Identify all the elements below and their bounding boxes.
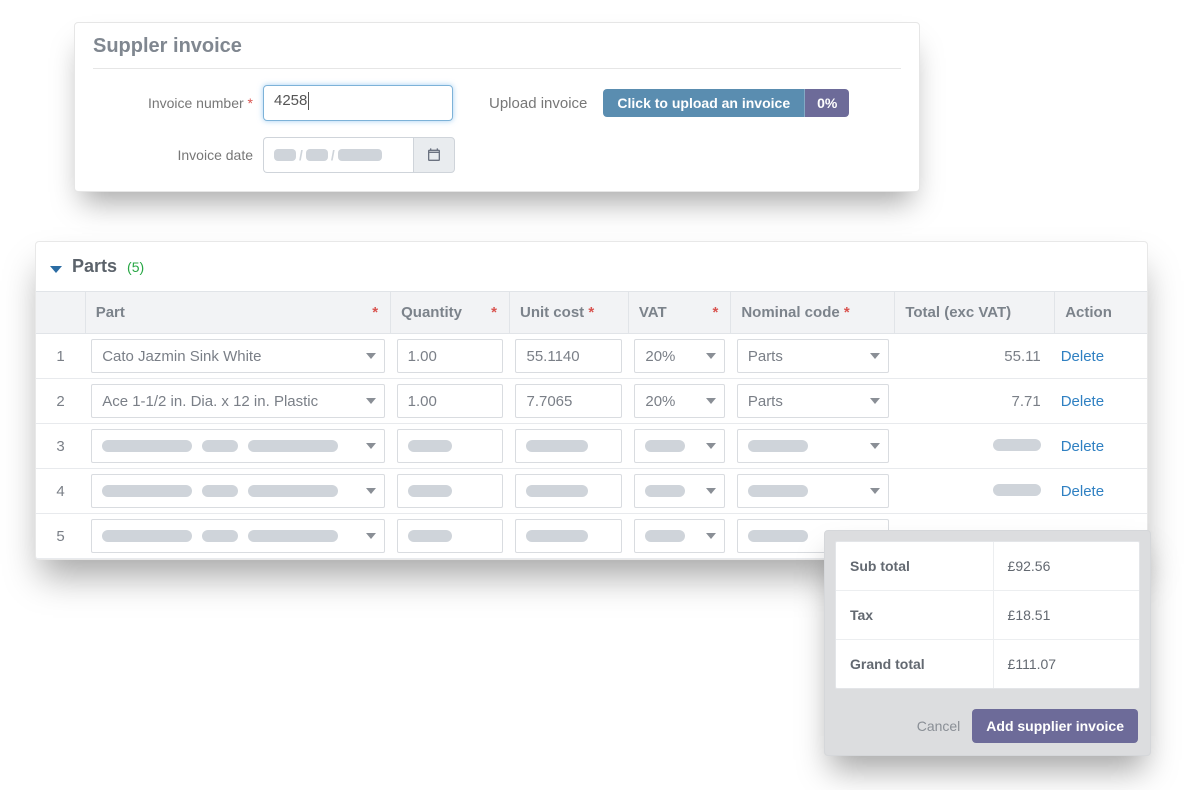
parts-section-title: Parts bbox=[72, 256, 117, 277]
col-action: Action bbox=[1055, 292, 1147, 334]
parts-table: Part* Quantity* Unit cost * VAT* Nominal… bbox=[36, 291, 1147, 559]
table-row: 1 Cato Jazmin Sink White 1.00 55.1140 20… bbox=[36, 334, 1147, 379]
row-number: 5 bbox=[36, 514, 85, 559]
delete-button[interactable]: Delete bbox=[1055, 438, 1104, 455]
row-total bbox=[895, 424, 1055, 469]
unit-cost-input[interactable]: 7.7065 bbox=[515, 384, 622, 418]
chevron-down-icon bbox=[870, 443, 880, 449]
invoice-date-row: Invoice date // bbox=[93, 121, 901, 173]
invoice-number-input[interactable]: 4258 bbox=[263, 85, 453, 121]
row-total: 55.11 bbox=[895, 334, 1055, 379]
chevron-down-icon bbox=[706, 398, 716, 404]
col-vat: VAT* bbox=[628, 292, 730, 334]
tax-value: £18.51 bbox=[994, 591, 1139, 639]
table-row: 4 Delete bbox=[36, 469, 1147, 514]
subtotal-value: £92.56 bbox=[994, 542, 1139, 590]
required-star-icon: * bbox=[248, 95, 253, 111]
chevron-down-icon bbox=[706, 488, 716, 494]
chevron-down-icon bbox=[50, 260, 64, 274]
vat-select[interactable] bbox=[634, 474, 724, 508]
chevron-down-icon bbox=[366, 398, 376, 404]
upload-invoice-label: Upload invoice bbox=[489, 95, 587, 112]
parts-count: (5) bbox=[127, 259, 144, 275]
quantity-input[interactable] bbox=[397, 519, 504, 553]
vat-select[interactable]: 20% bbox=[634, 384, 724, 418]
upload-invoice-button-label: Click to upload an invoice bbox=[603, 89, 805, 117]
vat-select[interactable]: 20% bbox=[634, 339, 724, 373]
card-title: Suppler invoice bbox=[93, 35, 901, 69]
row-number: 3 bbox=[36, 424, 85, 469]
totals-footer: Cancel Add supplier invoice bbox=[825, 699, 1150, 755]
parts-card: Parts (5) Part* Quantity* Unit cost * VA… bbox=[35, 241, 1148, 560]
text-cursor-icon bbox=[308, 92, 309, 110]
parts-section-header[interactable]: Parts (5) bbox=[36, 242, 1147, 291]
row-number: 4 bbox=[36, 469, 85, 514]
chevron-down-icon bbox=[706, 443, 716, 449]
invoice-date-input[interactable]: // bbox=[263, 137, 413, 173]
nominal-code-select[interactable] bbox=[737, 429, 889, 463]
table-row: 2 Ace 1-1/2 in. Dia. x 12 in. Plastic 1.… bbox=[36, 379, 1147, 424]
part-select[interactable] bbox=[91, 474, 384, 508]
calendar-icon[interactable] bbox=[413, 137, 455, 173]
nominal-code-select[interactable]: Parts bbox=[737, 384, 889, 418]
nominal-code-select[interactable] bbox=[737, 474, 889, 508]
col-unit-cost: Unit cost * bbox=[509, 292, 628, 334]
tax-label: Tax bbox=[836, 591, 994, 639]
row-total: 7.71 bbox=[895, 379, 1055, 424]
chevron-down-icon bbox=[870, 488, 880, 494]
quantity-input[interactable]: 1.00 bbox=[397, 339, 504, 373]
row-number: 1 bbox=[36, 334, 85, 379]
upload-progress-label: 0% bbox=[805, 89, 849, 117]
col-index bbox=[36, 292, 85, 334]
chevron-down-icon bbox=[366, 443, 376, 449]
chevron-down-icon bbox=[366, 533, 376, 539]
grand-total-value: £111.07 bbox=[994, 640, 1139, 688]
vat-select[interactable] bbox=[634, 519, 724, 553]
row-total bbox=[895, 469, 1055, 514]
part-select[interactable]: Cato Jazmin Sink White bbox=[91, 339, 384, 373]
table-row: 3 Delete bbox=[36, 424, 1147, 469]
unit-cost-input[interactable] bbox=[515, 474, 622, 508]
supplier-invoice-card: Suppler invoice Invoice number * 4258 Up… bbox=[74, 22, 920, 192]
part-select[interactable] bbox=[91, 429, 384, 463]
delete-button[interactable]: Delete bbox=[1055, 393, 1104, 410]
add-supplier-invoice-button[interactable]: Add supplier invoice bbox=[972, 709, 1138, 743]
chevron-down-icon bbox=[706, 353, 716, 359]
unit-cost-input[interactable] bbox=[515, 429, 622, 463]
upload-invoice-button[interactable]: Click to upload an invoice 0% bbox=[603, 89, 849, 117]
col-quantity: Quantity* bbox=[391, 292, 510, 334]
vat-select[interactable] bbox=[634, 429, 724, 463]
chevron-down-icon bbox=[366, 353, 376, 359]
delete-button[interactable]: Delete bbox=[1055, 483, 1104, 500]
col-nominal-code: Nominal code * bbox=[731, 292, 895, 334]
cancel-button[interactable]: Cancel bbox=[917, 718, 961, 734]
unit-cost-input[interactable] bbox=[515, 519, 622, 553]
invoice-number-label: Invoice number * bbox=[93, 95, 263, 111]
chevron-down-icon bbox=[706, 533, 716, 539]
chevron-down-icon bbox=[870, 353, 880, 359]
totals-table: Sub total £92.56 Tax £18.51 Grand total … bbox=[835, 541, 1140, 689]
chevron-down-icon bbox=[366, 488, 376, 494]
quantity-input[interactable]: 1.00 bbox=[397, 384, 504, 418]
part-select[interactable]: Ace 1-1/2 in. Dia. x 12 in. Plastic bbox=[91, 384, 384, 418]
quantity-input[interactable] bbox=[397, 429, 504, 463]
quantity-input[interactable] bbox=[397, 474, 504, 508]
chevron-down-icon bbox=[870, 398, 880, 404]
delete-button[interactable]: Delete bbox=[1055, 348, 1104, 365]
invoice-number-row: Invoice number * 4258 Upload invoice Cli… bbox=[93, 69, 901, 121]
grand-total-label: Grand total bbox=[836, 640, 994, 688]
totals-card: Sub total £92.56 Tax £18.51 Grand total … bbox=[824, 530, 1151, 756]
unit-cost-input[interactable]: 55.1140 bbox=[515, 339, 622, 373]
subtotal-label: Sub total bbox=[836, 542, 994, 590]
invoice-date-label: Invoice date bbox=[93, 147, 263, 163]
col-part: Part* bbox=[85, 292, 390, 334]
nominal-code-select[interactable]: Parts bbox=[737, 339, 889, 373]
col-total: Total (exc VAT) bbox=[895, 292, 1055, 334]
part-select[interactable] bbox=[91, 519, 384, 553]
row-number: 2 bbox=[36, 379, 85, 424]
